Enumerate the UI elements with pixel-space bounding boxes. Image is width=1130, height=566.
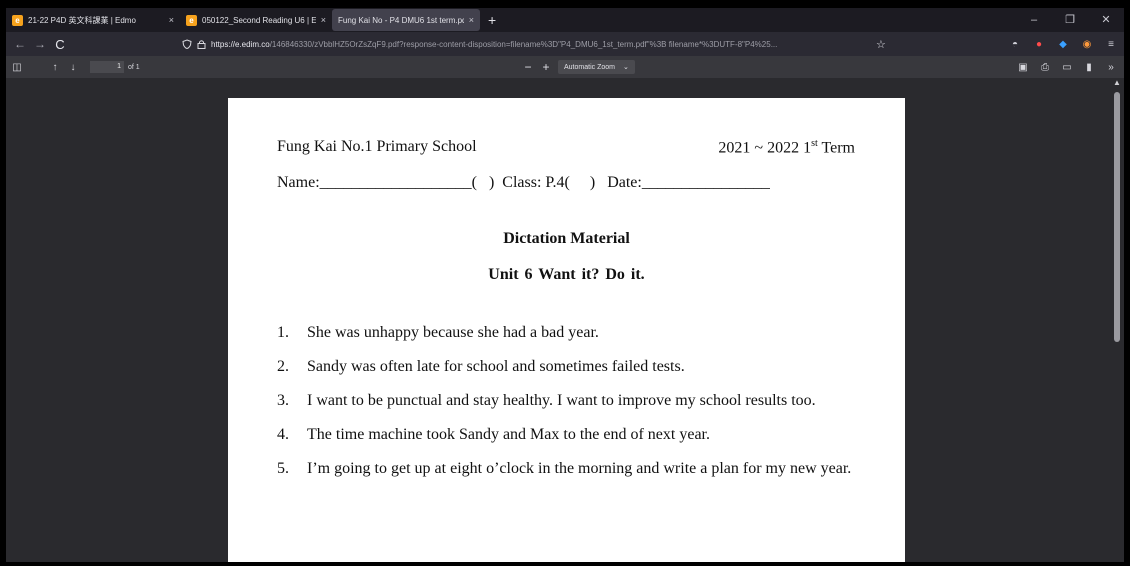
shield-icon [182,39,192,49]
tab-title: Fung Kai No - P4 DMU6 1st term.pdf [338,15,464,25]
list-item: 4. The time machine took Sandy and Max to… [277,426,710,443]
menu-icon[interactable]: ≡ [1104,39,1118,50]
scroll-up-icon[interactable]: ▲ [1113,78,1121,87]
edmodo-favicon-icon: e [186,14,197,26]
tab-strip: e 21-22 P4D 英文科課業 | Edmo × e 050122_Seco… [6,8,1124,32]
bookmark-star-icon[interactable]: ☆ [876,38,886,51]
tab-title: 21-22 P4D 英文科課業 | Edmo [28,15,136,25]
zoom-out-button[interactable]: − [522,60,534,74]
previous-page-icon[interactable]: ↑ [46,62,64,73]
pdf-toolbar: ◫ ↑ ↓ 1 of 1 − + Automatic Zoom ⌄ ▣ ⎙ ▭ … [6,56,1124,78]
pdf-viewer[interactable]: Fung Kai No.1 Primary School 2021 ~ 2022… [6,78,1124,562]
pdf-tools-right: ▣ ⎙ ▭ ▮ » [1016,56,1118,78]
adblock-icon[interactable]: ● [1032,39,1046,50]
tab-pdf-active[interactable]: Fung Kai No - P4 DMU6 1st term.pdf × [332,9,480,31]
save-icon[interactable]: ▭ [1060,62,1074,73]
tab-edmodo-homework[interactable]: e 21-22 P4D 英文科課業 | Edmo × [6,8,180,32]
extensions-area: ◓ ● ◆ ◉ ≡ [1008,32,1118,56]
bookmark-icon[interactable]: ▮ [1082,62,1096,73]
minimize-icon[interactable]: – [1016,8,1052,32]
next-page-icon[interactable]: ↓ [64,62,82,73]
reload-icon[interactable]: C [50,37,70,52]
browser-window: e 21-22 P4D 英文科課業 | Edmo × e 050122_Seco… [6,8,1124,562]
document-heading: Dictation Material [503,230,630,247]
pdf-page: Fung Kai No.1 Primary School 2021 ~ 2022… [228,98,905,562]
list-item: 1. She was unhappy because she had a bad … [277,324,599,341]
presentation-mode-icon[interactable]: ▣ [1016,62,1030,73]
forward-arrow-icon[interactable]: → [30,37,50,51]
dictation-list: 1. She was unhappy because she had a bad … [277,320,867,490]
zoom-in-button[interactable]: + [540,60,552,74]
lock-icon [197,40,206,49]
more-tools-icon[interactable]: » [1104,62,1118,73]
url-bar[interactable]: https://e.edim.co/146846330/zVbblHZ5OrZs… [182,35,916,53]
maximize-icon[interactable]: ❐ [1052,8,1088,32]
tab-close-icon[interactable]: × [469,15,474,25]
zoom-controls: − + Automatic Zoom ⌄ [522,60,635,74]
scrollbar[interactable]: ▲ [1110,78,1124,562]
navigation-bar: ← → C https://e.edim.co/146846330/zVbblH… [6,32,1124,56]
list-item: 3. I want to be punctual and stay healthy… [277,392,816,409]
url-text: https://e.edim.co/146846330/zVbblHZ5OrZs… [211,39,778,49]
zoom-select[interactable]: Automatic Zoom ⌄ [558,60,635,74]
tab-title: 050122_Second Reading U6 | Ed [202,15,316,25]
pocket-icon[interactable]: ◓ [1008,39,1022,50]
scroll-thumb[interactable] [1114,92,1120,342]
term-label: 2021 ~ 2022 1st Term [718,138,855,157]
print-icon[interactable]: ⎙ [1038,62,1052,73]
tab-second-reading[interactable]: e 050122_Second Reading U6 | Ed × [180,8,332,32]
zoom-value: Automatic Zoom [564,63,615,71]
list-item: 2. Sandy was often late for school and so… [277,358,685,375]
close-window-icon[interactable]: ✕ [1088,8,1124,32]
window-controls: – ❐ ✕ [1016,8,1124,32]
sidebar-toggle-icon[interactable]: ◫ [8,62,26,73]
list-item: 5. I’m going to get up at eight o’clock i… [277,460,852,477]
extension-fox-icon[interactable]: ◉ [1080,39,1094,50]
school-name: Fung Kai No.1 Primary School [277,138,477,155]
chevron-down-icon: ⌄ [622,64,629,71]
page-number-input[interactable]: 1 [90,61,124,73]
page-count: of 1 [128,63,140,71]
extension-badge-icon[interactable]: ◆ [1056,39,1070,50]
new-tab-button[interactable]: + [480,12,504,28]
back-arrow-icon[interactable]: ← [10,37,30,51]
tab-close-icon[interactable]: × [169,15,174,25]
tab-close-icon[interactable]: × [321,15,326,25]
edmodo-favicon-icon: e [12,14,23,26]
name-class-date-line: Name:___________________( ) Class: P.4( … [277,174,770,191]
unit-title: Unit 6 Want it? Do it. [488,266,645,283]
